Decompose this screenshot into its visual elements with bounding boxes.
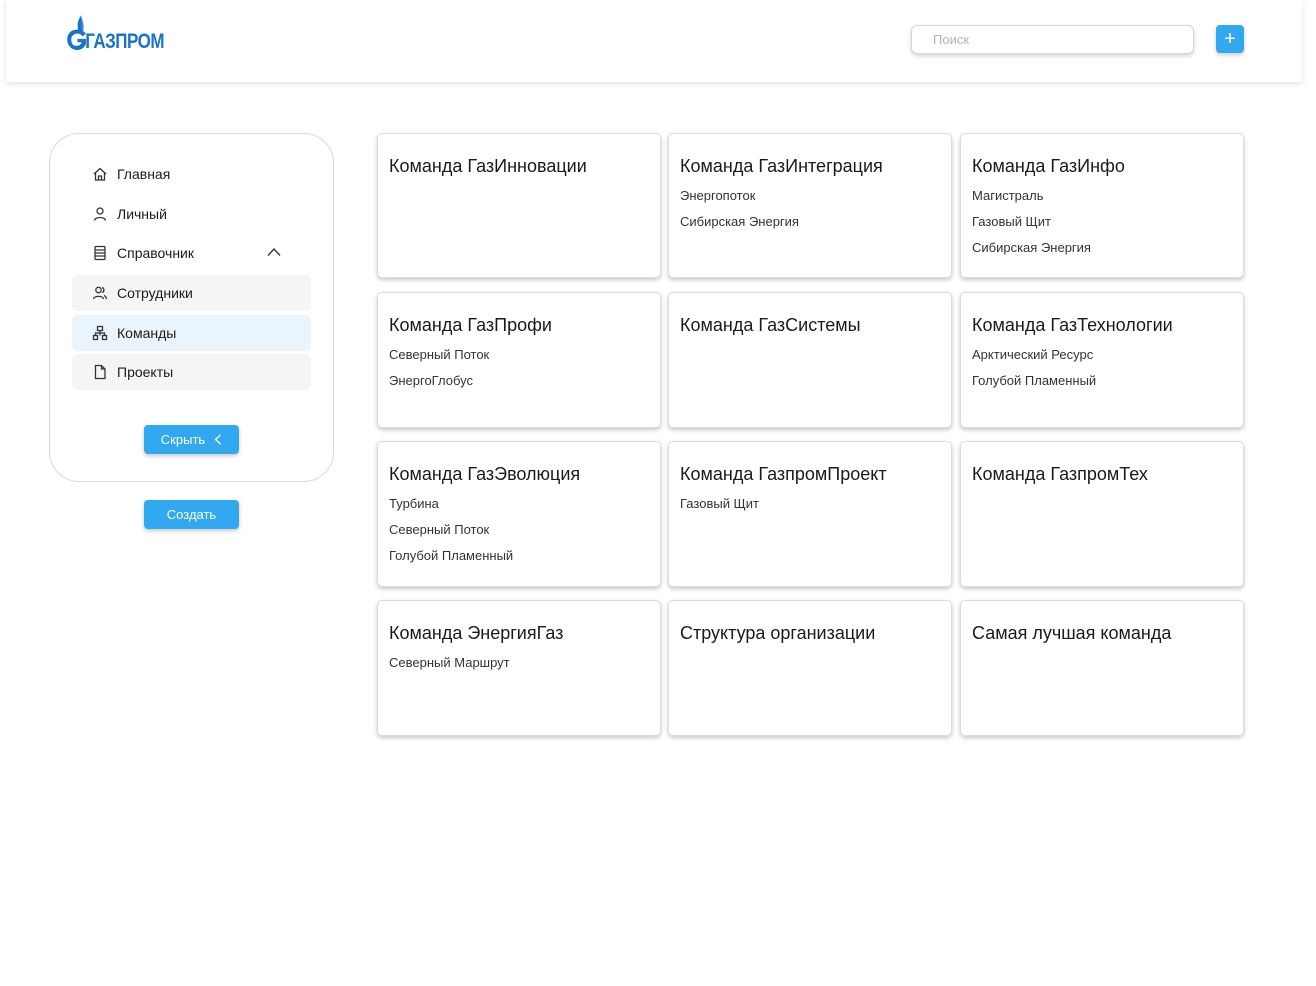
- employees-icon: [92, 286, 108, 300]
- team-project-item: Северный Маршрут: [389, 655, 510, 670]
- team-project-item: Турбина: [389, 496, 439, 511]
- hide-sidebar-button[interactable]: Скрыть: [144, 425, 239, 454]
- team-card[interactable]: Команда ГазИнфо Магистраль Газовый Щит Сиби…: [960, 133, 1244, 278]
- sidebar-item-label: Личный: [117, 206, 167, 222]
- team-project-item: Голубой Пламенный: [389, 548, 514, 563]
- sidebar-item-employees[interactable]: Сотрудники: [72, 275, 311, 311]
- team-project-item: Газовый Щит: [680, 496, 759, 511]
- team-project-item: ЭнергоГлобус: [389, 373, 473, 388]
- team-project-item: Энергопоток: [680, 188, 756, 203]
- sidebar-item-directory[interactable]: Справочник: [72, 235, 311, 271]
- team-card[interactable]: Команда ГазИнновации: [377, 133, 661, 278]
- team-card-title: Самая лучшая команда: [972, 623, 1172, 643]
- team-card-title: Команда ЭнергияГаз: [389, 623, 564, 643]
- team-card[interactable]: Самая лучшая команда: [960, 600, 1244, 736]
- sidebar-item-label: Сотрудники: [117, 285, 193, 301]
- team-card[interactable]: Команда ГазСистемы: [668, 292, 952, 428]
- team-card[interactable]: Команда ГазЭволюция Турбина Северный Поток…: [377, 441, 661, 587]
- home-icon: [93, 167, 107, 181]
- team-project-item: Северный Поток: [389, 347, 490, 362]
- chevron-up-icon[interactable]: [267, 247, 281, 257]
- team-card-title: Команда ГазТехнологии: [972, 315, 1173, 335]
- team-project-item: Газовый Щит: [972, 214, 1051, 229]
- create-button[interactable]: Создать: [144, 500, 239, 529]
- add-button[interactable]: +: [1216, 25, 1244, 53]
- team-card[interactable]: Команда ЭнергияГаз Северный Маршрут: [377, 600, 661, 736]
- file-icon: [94, 364, 106, 380]
- sidebar: Главная Личный Справочник Сотрудники Ком…: [49, 133, 334, 482]
- team-card-title: Команда ГазЭволюция: [389, 464, 581, 484]
- gazprom-logo[interactable]: ГАЗПРОМ: [64, 10, 164, 56]
- team-card[interactable]: Структура организации: [668, 600, 952, 736]
- chevron-left-icon: [214, 434, 222, 445]
- team-project-item: Арктический Ресурс: [972, 347, 1094, 362]
- sidebar-item-projects[interactable]: Проекты: [72, 354, 311, 390]
- team-card-title: Команда ГазИнфо: [972, 156, 1125, 176]
- team-card-title: Структура организации: [680, 623, 876, 643]
- team-card[interactable]: Команда ГазИнтеграция Энергопоток Сибирска…: [668, 133, 952, 278]
- team-card-title: Команда ГазИнтеграция: [680, 156, 883, 176]
- logo-text: ГАЗПРОМ: [85, 29, 164, 53]
- sidebar-item-label: Команды: [117, 325, 177, 341]
- team-project-item: Сибирская Энергия: [972, 240, 1091, 255]
- team-card-title: Команда ГазСистемы: [680, 315, 861, 335]
- sidebar-item-home[interactable]: Главная: [72, 156, 311, 192]
- team-card-title: Команда ГазИнновации: [389, 156, 587, 176]
- top-header: ГАЗПРОМ +: [6, 0, 1302, 82]
- teams-icon: [92, 325, 108, 341]
- team-card[interactable]: Команда ГазпромПроект Газовый Щит: [668, 441, 952, 587]
- user-icon: [93, 207, 107, 221]
- directory-icon: [94, 245, 106, 261]
- sidebar-item-personal[interactable]: Личный: [72, 196, 311, 232]
- team-card[interactable]: Команда ГазПрофи Северный Поток ЭнергоГлоб…: [377, 292, 661, 428]
- sidebar-item-label: Справочник: [117, 245, 194, 261]
- search-input[interactable]: [911, 25, 1194, 54]
- team-project-item: Голубой Пламенный: [972, 373, 1097, 388]
- sidebar-item-label: Проекты: [117, 364, 174, 380]
- team-card-title: Команда ГазпромПроект: [680, 464, 887, 484]
- team-card[interactable]: Команда ГазТехнологии Арктический Ресурс Г…: [960, 292, 1244, 428]
- team-project-item: Северный Поток: [389, 522, 490, 537]
- team-card[interactable]: Команда ГазпромТех: [960, 441, 1244, 587]
- sidebar-item-teams[interactable]: Команды: [72, 315, 311, 351]
- sidebar-item-label: Главная: [117, 166, 171, 182]
- team-project-item: Магистраль: [972, 188, 1044, 203]
- team-project-item: Сибирская Энергия: [680, 214, 799, 229]
- team-card-title: Команда ГазПрофи: [389, 315, 552, 335]
- hide-button-label: Скрыть: [160, 432, 206, 447]
- team-card-title: Команда ГазпромТех: [972, 464, 1148, 484]
